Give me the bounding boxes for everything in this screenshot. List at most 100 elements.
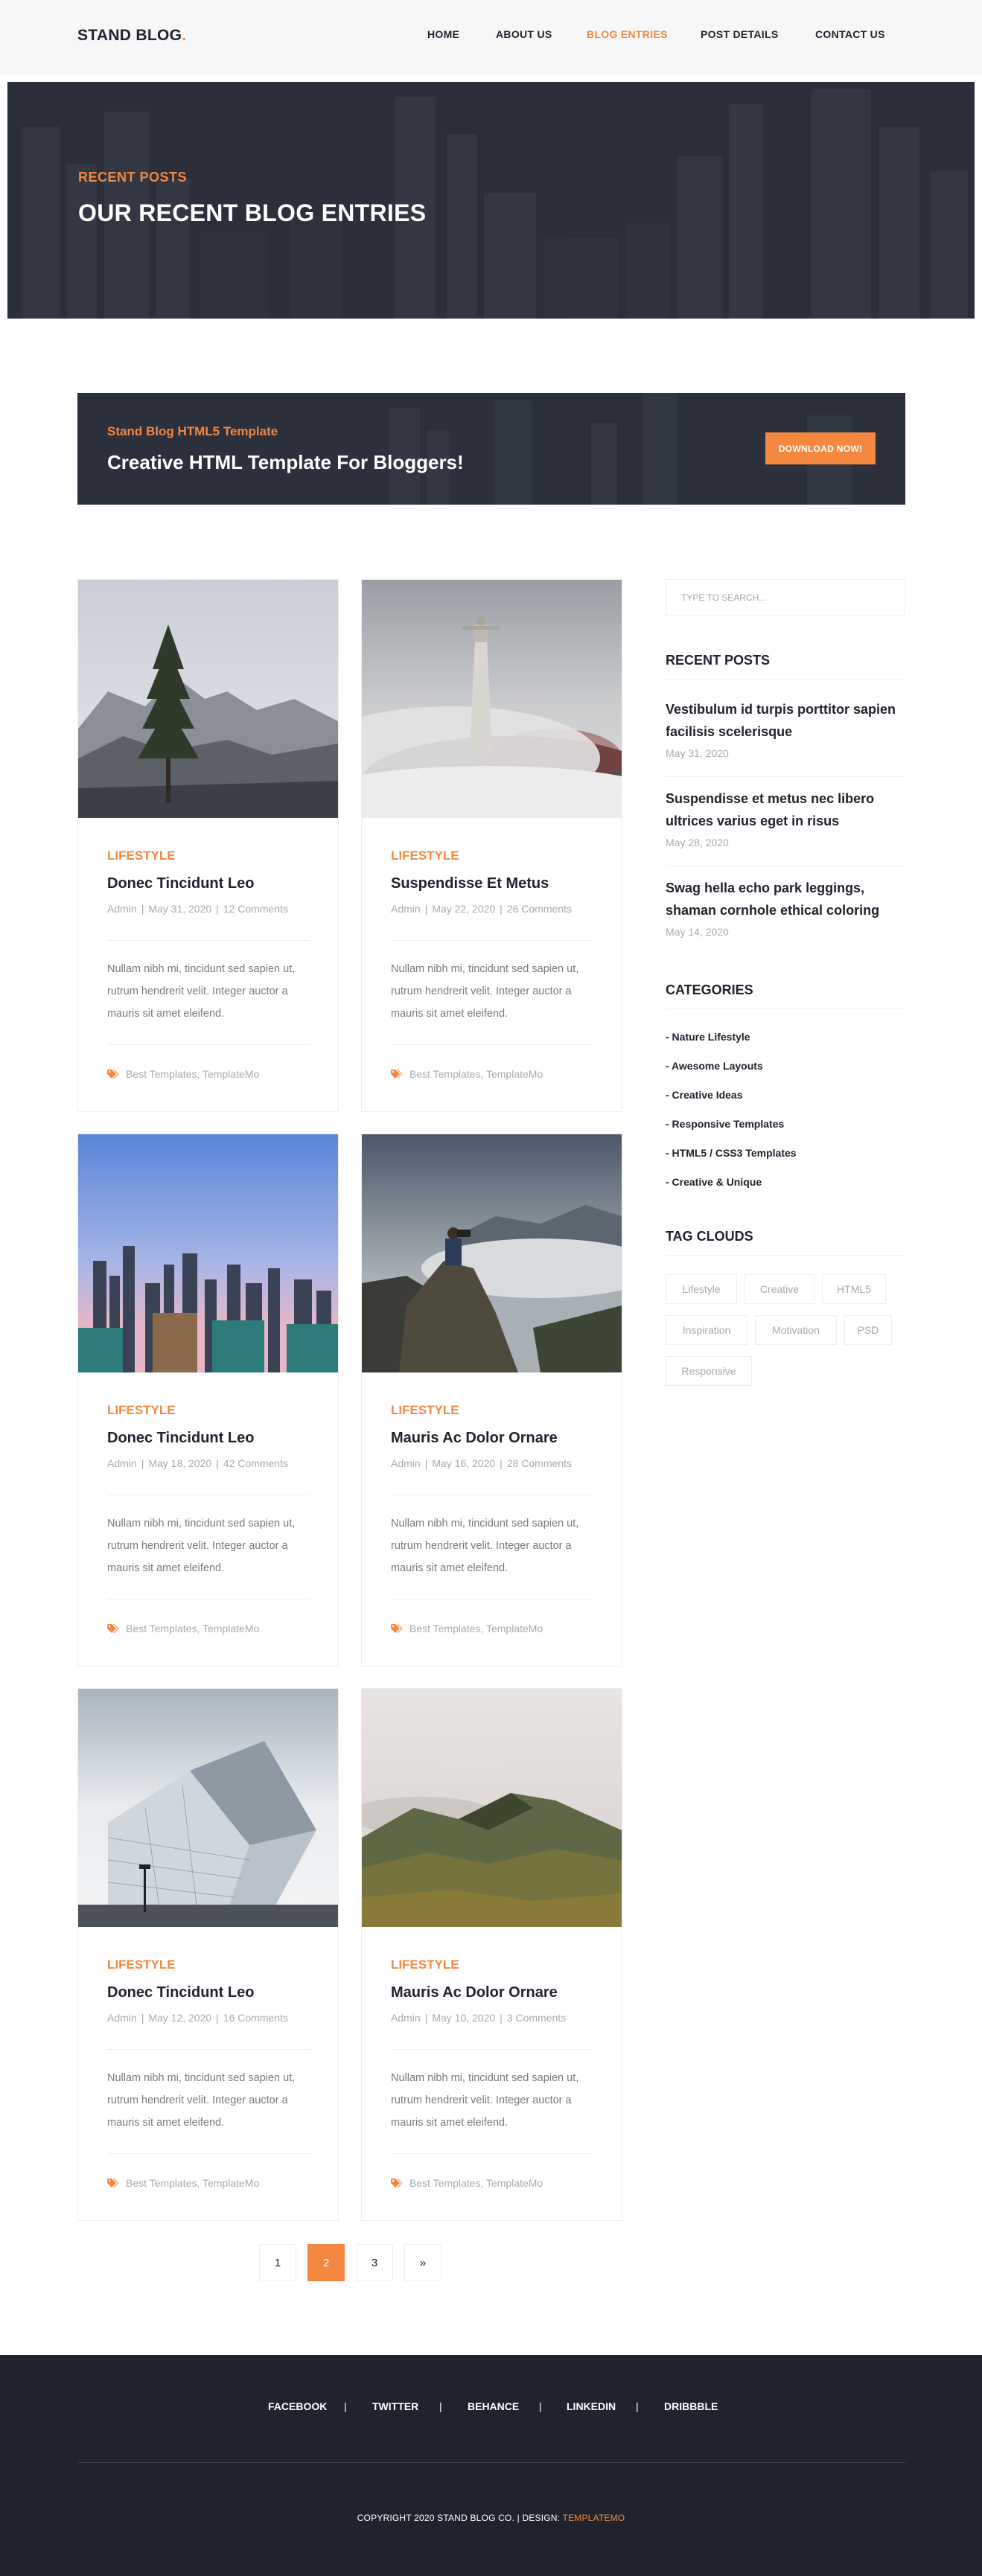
divider xyxy=(391,2153,593,2154)
cta-kicker: Stand Blog HTML5 Template xyxy=(107,424,278,438)
tags-icon xyxy=(391,1624,403,1633)
post-title[interactable]: Donec Tincidunt Leo xyxy=(107,1430,254,1447)
tag-item[interactable]: Motivation xyxy=(755,1315,837,1345)
post-tags: Best Templates, TemplateMo xyxy=(107,1068,259,1080)
post-date[interactable]: May 31, 2020 xyxy=(148,903,211,915)
post-comments[interactable]: 3 Comments xyxy=(507,2012,566,2024)
tag-item[interactable]: Inspiration xyxy=(666,1315,747,1345)
call-to-action-banner: Stand Blog HTML5 Template Creative HTML … xyxy=(77,393,905,505)
dribbble-link[interactable]: DRIBBBLE xyxy=(664,2400,718,2412)
post-title[interactable]: Donec Tincidunt Leo xyxy=(107,875,254,892)
post-card: LIFESTYLE Mauris Ac Dolor Ornare Admin | M… xyxy=(361,1134,622,1666)
post-comments[interactable]: 12 Comments xyxy=(223,903,288,915)
green-hills-image[interactable] xyxy=(362,1689,622,1927)
search-input[interactable] xyxy=(666,580,905,616)
post-category[interactable]: LIFESTYLE xyxy=(107,1403,176,1418)
tag-item[interactable]: PSD xyxy=(844,1315,892,1345)
tag-clouds-heading: TAG CLOUDS xyxy=(666,1229,753,1244)
tag-item[interactable]: Responsive xyxy=(666,1356,752,1386)
facebook-link[interactable]: FACEBOOK xyxy=(268,2400,327,2412)
post-tags-text[interactable]: Best Templates, TemplateMo xyxy=(409,2177,543,2189)
download-now-button[interactable]: DOWNLOAD NOW! xyxy=(765,432,876,464)
post-title[interactable]: Mauris Ac Dolor Ornare xyxy=(391,1430,558,1447)
post-excerpt: Nullam nibh mi, tincidunt sed sapien ut,… xyxy=(107,2072,296,2129)
nav-contact-us[interactable]: CONTACT US xyxy=(815,28,885,40)
post-category[interactable]: LIFESTYLE xyxy=(391,848,459,863)
hero-kicker: RECENT POSTS xyxy=(78,170,188,185)
post-card: LIFESTYLE Donec Tincidunt Leo Admin | May … xyxy=(77,1134,339,1666)
post-tags-text[interactable]: Best Templates, TemplateMo xyxy=(126,1623,259,1634)
city-skyline-image[interactable] xyxy=(78,1134,338,1372)
post-title[interactable]: Suspendisse Et Metus xyxy=(391,875,549,892)
post-tags-text[interactable]: Best Templates, TemplateMo xyxy=(126,2177,259,2189)
categories-heading: CATEGORIES xyxy=(666,982,753,997)
post-date[interactable]: May 12, 2020 xyxy=(148,2012,211,2024)
tags-icon xyxy=(391,1070,403,1078)
next-page-button[interactable]: » xyxy=(404,2244,441,2281)
post-category[interactable]: LIFESTYLE xyxy=(107,848,176,863)
tag-item[interactable]: HTML5 xyxy=(822,1274,886,1304)
post-tags-text[interactable]: Best Templates, TemplateMo xyxy=(409,1068,543,1080)
tag-item[interactable]: Lifestyle xyxy=(666,1274,737,1304)
twitter-link[interactable]: TWITTER xyxy=(372,2400,418,2412)
nav-home[interactable]: HOME xyxy=(427,28,459,40)
behance-link[interactable]: BEHANCE xyxy=(468,2400,519,2412)
recent-post-title[interactable]: Suspendisse et metus nec libero ultrices… xyxy=(666,787,905,832)
mountain-tree-image[interactable] xyxy=(78,580,338,818)
post-tags: Best Templates, TemplateMo xyxy=(391,1068,543,1080)
nav-about-us[interactable]: ABOUT US xyxy=(496,28,552,40)
site-logo[interactable]: STAND BLOG. xyxy=(77,27,186,45)
post-date[interactable]: May 16, 2020 xyxy=(432,1457,495,1469)
recent-post-item[interactable]: Suspendisse et metus nec libero ultrices… xyxy=(666,787,905,848)
post-author[interactable]: Admin xyxy=(107,1457,137,1469)
recent-post-date: May 28, 2020 xyxy=(666,837,729,848)
statue-fog-image[interactable] xyxy=(362,580,622,818)
divider xyxy=(391,940,593,941)
post-comments[interactable]: 16 Comments xyxy=(223,2012,288,2024)
recent-post-item[interactable]: Swag hella echo park leggings, shaman co… xyxy=(666,877,905,938)
category-link[interactable]: - Creative Ideas xyxy=(666,1089,743,1101)
recent-post-title[interactable]: Vestibulum id turpis porttitor sapien fa… xyxy=(666,698,905,743)
post-tags-text[interactable]: Best Templates, TemplateMo xyxy=(409,1623,543,1634)
photographer-cliff-image[interactable] xyxy=(362,1134,622,1372)
page-2-button[interactable]: 2 xyxy=(307,2244,345,2281)
post-author[interactable]: Admin xyxy=(391,903,421,915)
linkedin-link[interactable]: LINKEDIN xyxy=(567,2400,616,2412)
post-author[interactable]: Admin xyxy=(391,1457,421,1469)
post-date[interactable]: May 10, 2020 xyxy=(432,2012,495,2024)
recent-post-item[interactable]: Vestibulum id turpis porttitor sapien fa… xyxy=(666,698,905,759)
post-comments[interactable]: 28 Comments xyxy=(507,1457,572,1469)
post-date[interactable]: May 22, 2020 xyxy=(432,903,495,915)
category-link[interactable]: - HTML5 / CSS3 Templates xyxy=(666,1147,797,1159)
post-comments[interactable]: 26 Comments xyxy=(507,903,572,915)
post-title[interactable]: Mauris Ac Dolor Ornare xyxy=(391,1984,558,2001)
post-author[interactable]: Admin xyxy=(107,2012,137,2024)
post-author[interactable]: Admin xyxy=(107,903,137,915)
divider xyxy=(666,1255,905,1256)
post-date[interactable]: May 18, 2020 xyxy=(148,1457,211,1469)
glass-building-image[interactable] xyxy=(78,1689,338,1927)
post-tags-text[interactable]: Best Templates, TemplateMo xyxy=(126,1068,259,1080)
post-meta: Admin | May 18, 2020 | 42 Comments xyxy=(107,1457,288,1469)
divider xyxy=(107,940,310,941)
templatemo-link[interactable]: TEMPLATEMO xyxy=(563,2513,625,2523)
category-link[interactable]: - Awesome Layouts xyxy=(666,1060,763,1072)
tag-item[interactable]: Creative xyxy=(745,1274,814,1304)
post-title[interactable]: Donec Tincidunt Leo xyxy=(107,1984,254,2001)
page-3-button[interactable]: 3 xyxy=(356,2244,393,2281)
divider xyxy=(107,2049,310,2050)
post-category[interactable]: LIFESTYLE xyxy=(391,1403,459,1418)
nav-blog-entries[interactable]: BLOG ENTRIES xyxy=(587,28,668,40)
post-comments[interactable]: 42 Comments xyxy=(223,1457,288,1469)
category-link[interactable]: - Creative & Unique xyxy=(666,1176,762,1188)
category-link[interactable]: - Nature Lifestyle xyxy=(666,1031,750,1043)
recent-post-date: May 31, 2020 xyxy=(666,747,729,759)
recent-post-title[interactable]: Swag hella echo park leggings, shaman co… xyxy=(666,877,905,921)
page-1-button[interactable]: 1 xyxy=(259,2244,296,2281)
nav-post-details[interactable]: POST DETAILS xyxy=(701,28,778,40)
post-category[interactable]: LIFESTYLE xyxy=(391,1957,459,1972)
post-card: LIFESTYLE Donec Tincidunt Leo Admin | May … xyxy=(77,1688,339,2221)
category-link[interactable]: - Responsive Templates xyxy=(666,1118,784,1130)
post-author[interactable]: Admin xyxy=(391,2012,421,2024)
post-category[interactable]: LIFESTYLE xyxy=(107,1957,176,1972)
